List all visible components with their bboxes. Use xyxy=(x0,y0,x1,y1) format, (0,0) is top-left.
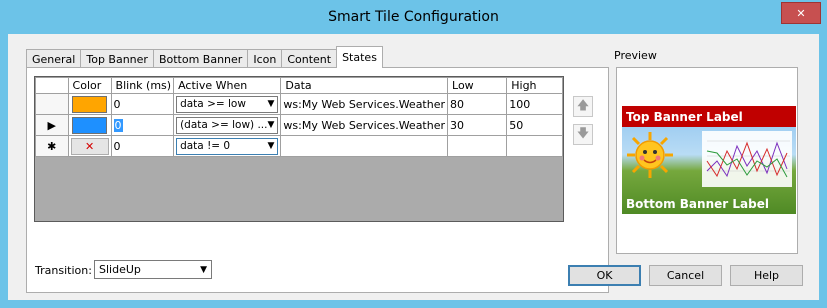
color-swatch[interactable] xyxy=(72,116,108,134)
low-cell[interactable]: 80 xyxy=(447,93,508,115)
tab-content[interactable]: Content xyxy=(281,49,338,68)
col-header-high[interactable]: High xyxy=(506,77,563,94)
move-down-button[interactable]: 🡇 xyxy=(573,124,593,145)
tab-bottom-banner[interactable]: Bottom Banner xyxy=(152,49,249,68)
col-header-low[interactable]: Low xyxy=(447,77,508,94)
tab-top-banner[interactable]: Top Banner xyxy=(80,49,154,68)
states-grid[interactable]: Color Blink (ms) Active When Data Low Hi… xyxy=(34,76,564,222)
col-header-blink[interactable]: Blink (ms) xyxy=(110,77,175,94)
close-icon: ✕ xyxy=(84,139,95,153)
active-when-dropdown[interactable]: data != 0 ▼ xyxy=(176,137,279,155)
col-header-active-when[interactable]: Active When xyxy=(173,77,282,94)
high-cell[interactable]: 100 xyxy=(506,93,563,115)
table-row-new[interactable]: ✱ ✕ 0 data != 0 ▼ xyxy=(35,135,563,157)
ok-button[interactable]: OK xyxy=(568,265,641,286)
active-when-cell[interactable]: (data >= low) ... ▼ xyxy=(173,114,282,136)
data-cell[interactable] xyxy=(280,135,449,157)
row-header[interactable] xyxy=(35,93,69,115)
row-header[interactable]: ✱ xyxy=(35,135,69,157)
preview-label: Preview xyxy=(614,49,657,62)
data-cell[interactable]: ws:My Web Services.Weather xyxy=(280,114,449,136)
window-title: Smart Tile Configuration xyxy=(328,9,499,25)
grid-corner xyxy=(35,77,69,94)
arrow-down-icon: 🡇 xyxy=(576,126,590,140)
arrow-up-icon: 🡅 xyxy=(576,98,590,112)
tab-icon[interactable]: Icon xyxy=(247,49,283,68)
states-tab-page: Color Blink (ms) Active When Data Low Hi… xyxy=(26,67,609,293)
preview-box: Top Banner Label Bottom Banner Label xyxy=(616,67,798,254)
active-when-value: data >= low xyxy=(180,98,246,110)
active-when-value: (data >= low) ... xyxy=(180,119,268,131)
active-when-dropdown[interactable]: data >= low ▼ xyxy=(176,95,279,113)
transition-dropdown[interactable]: SlideUp ▼ xyxy=(94,260,212,279)
grid-header-row: Color Blink (ms) Active When Data Low Hi… xyxy=(35,77,563,94)
row-header[interactable]: ▶ xyxy=(35,114,69,136)
close-icon: ✕ xyxy=(796,6,806,20)
active-when-cell[interactable]: data >= low ▼ xyxy=(173,93,282,115)
preview-tile: Top Banner Label Bottom Banner Label xyxy=(622,106,796,214)
table-row[interactable]: 0 data >= low ▼ ws:My Web Services.Weath… xyxy=(35,93,563,115)
color-swatch[interactable] xyxy=(72,95,108,113)
transition-value: SlideUp xyxy=(99,263,141,276)
active-when-cell[interactable]: data != 0 ▼ xyxy=(173,135,282,157)
cancel-button[interactable]: Cancel xyxy=(649,265,722,286)
move-up-button[interactable]: 🡅 xyxy=(573,96,593,117)
col-header-color[interactable]: Color xyxy=(67,77,112,94)
chevron-down-icon: ▼ xyxy=(267,141,275,151)
help-button[interactable]: Help xyxy=(730,265,803,286)
data-cell[interactable]: ws:My Web Services.Weather xyxy=(280,93,449,115)
col-header-data[interactable]: Data xyxy=(280,77,449,94)
title-bar: Smart Tile Configuration ✕ xyxy=(0,0,827,34)
chevron-down-icon: ▼ xyxy=(200,264,207,275)
states-table: Color Blink (ms) Active When Data Low Hi… xyxy=(35,77,563,157)
blink-edit-value[interactable]: 0 xyxy=(113,118,123,132)
high-cell[interactable] xyxy=(506,135,563,157)
tab-states[interactable]: States xyxy=(336,46,383,68)
blink-cell[interactable]: 0 xyxy=(110,135,175,157)
clear-color-button[interactable]: ✕ xyxy=(70,137,109,155)
blink-cell[interactable]: 0 xyxy=(110,93,175,115)
color-cell[interactable]: ✕ xyxy=(67,135,112,157)
bottom-banner-label: Bottom Banner Label xyxy=(626,196,769,211)
table-row[interactable]: ▶ 0 (data >= low) ... ▼ ws:My Web Servic… xyxy=(35,114,563,136)
chevron-down-icon: ▼ xyxy=(267,120,275,130)
color-cell[interactable] xyxy=(67,93,112,115)
color-cell[interactable] xyxy=(67,114,112,136)
low-cell[interactable]: 30 xyxy=(447,114,508,136)
active-when-dropdown[interactable]: (data >= low) ... ▼ xyxy=(176,116,279,134)
tab-strip: General Top Banner Bottom Banner Icon Co… xyxy=(26,46,383,68)
dialog-client: General Top Banner Bottom Banner Icon Co… xyxy=(8,34,819,300)
low-cell[interactable] xyxy=(447,135,508,157)
close-button[interactable]: ✕ xyxy=(781,2,821,24)
blink-cell[interactable]: 0 xyxy=(110,114,175,136)
active-when-value: data != 0 xyxy=(180,140,231,152)
chevron-down-icon: ▼ xyxy=(267,99,275,109)
high-cell[interactable]: 50 xyxy=(506,114,563,136)
sun-icon xyxy=(627,132,673,178)
top-banner-label: Top Banner Label xyxy=(622,106,796,127)
sparkline-chart-image xyxy=(702,131,792,187)
transition-label: Transition: xyxy=(35,264,92,277)
tab-general[interactable]: General xyxy=(26,49,82,68)
